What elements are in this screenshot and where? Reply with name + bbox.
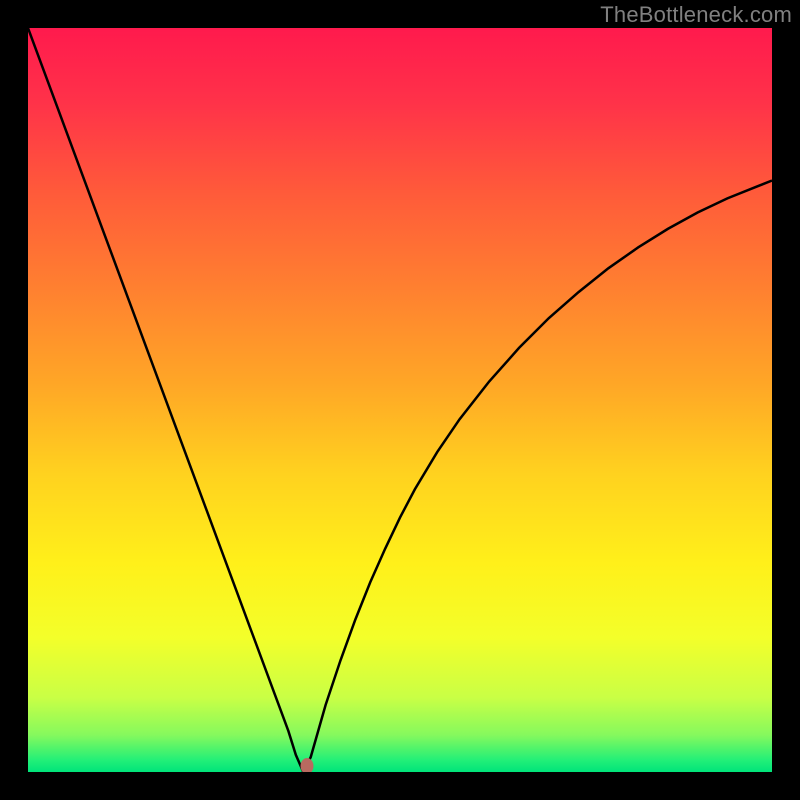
- chart-container: TheBottleneck.com: [0, 0, 800, 800]
- optimal-point-marker: [301, 758, 314, 774]
- bottleneck-chart: [0, 0, 800, 800]
- watermark-text: TheBottleneck.com: [600, 2, 792, 28]
- chart-background: [28, 28, 772, 772]
